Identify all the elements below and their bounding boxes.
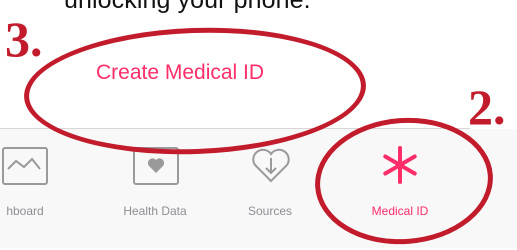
dashboard-icon [2, 147, 48, 185]
tab-dashboard[interactable]: hboard [0, 129, 80, 248]
tab-medical-id-label: Medical ID [371, 204, 429, 218]
download-heart-icon [252, 148, 290, 183]
tab-bar: hboard Health Data Sources Medical ID [0, 129, 517, 248]
step-2-annotation: 2. [468, 79, 506, 135]
step-3-annotation: 3. [5, 11, 43, 67]
create-medical-id-link[interactable]: Create Medical ID [96, 61, 264, 85]
instruction-text: unlocking your phone. [64, 0, 311, 14]
tab-sources-label: Sources [247, 204, 293, 218]
heart-icon [133, 147, 179, 185]
tab-sources[interactable]: Sources [215, 129, 325, 248]
tab-dashboard-label: hboard [6, 204, 44, 218]
tab-medical-id[interactable]: Medical ID [345, 129, 455, 248]
tab-health-data[interactable]: Health Data [100, 129, 210, 248]
asterisk-icon [383, 146, 417, 184]
tab-health-data-label: Health Data [123, 204, 187, 218]
